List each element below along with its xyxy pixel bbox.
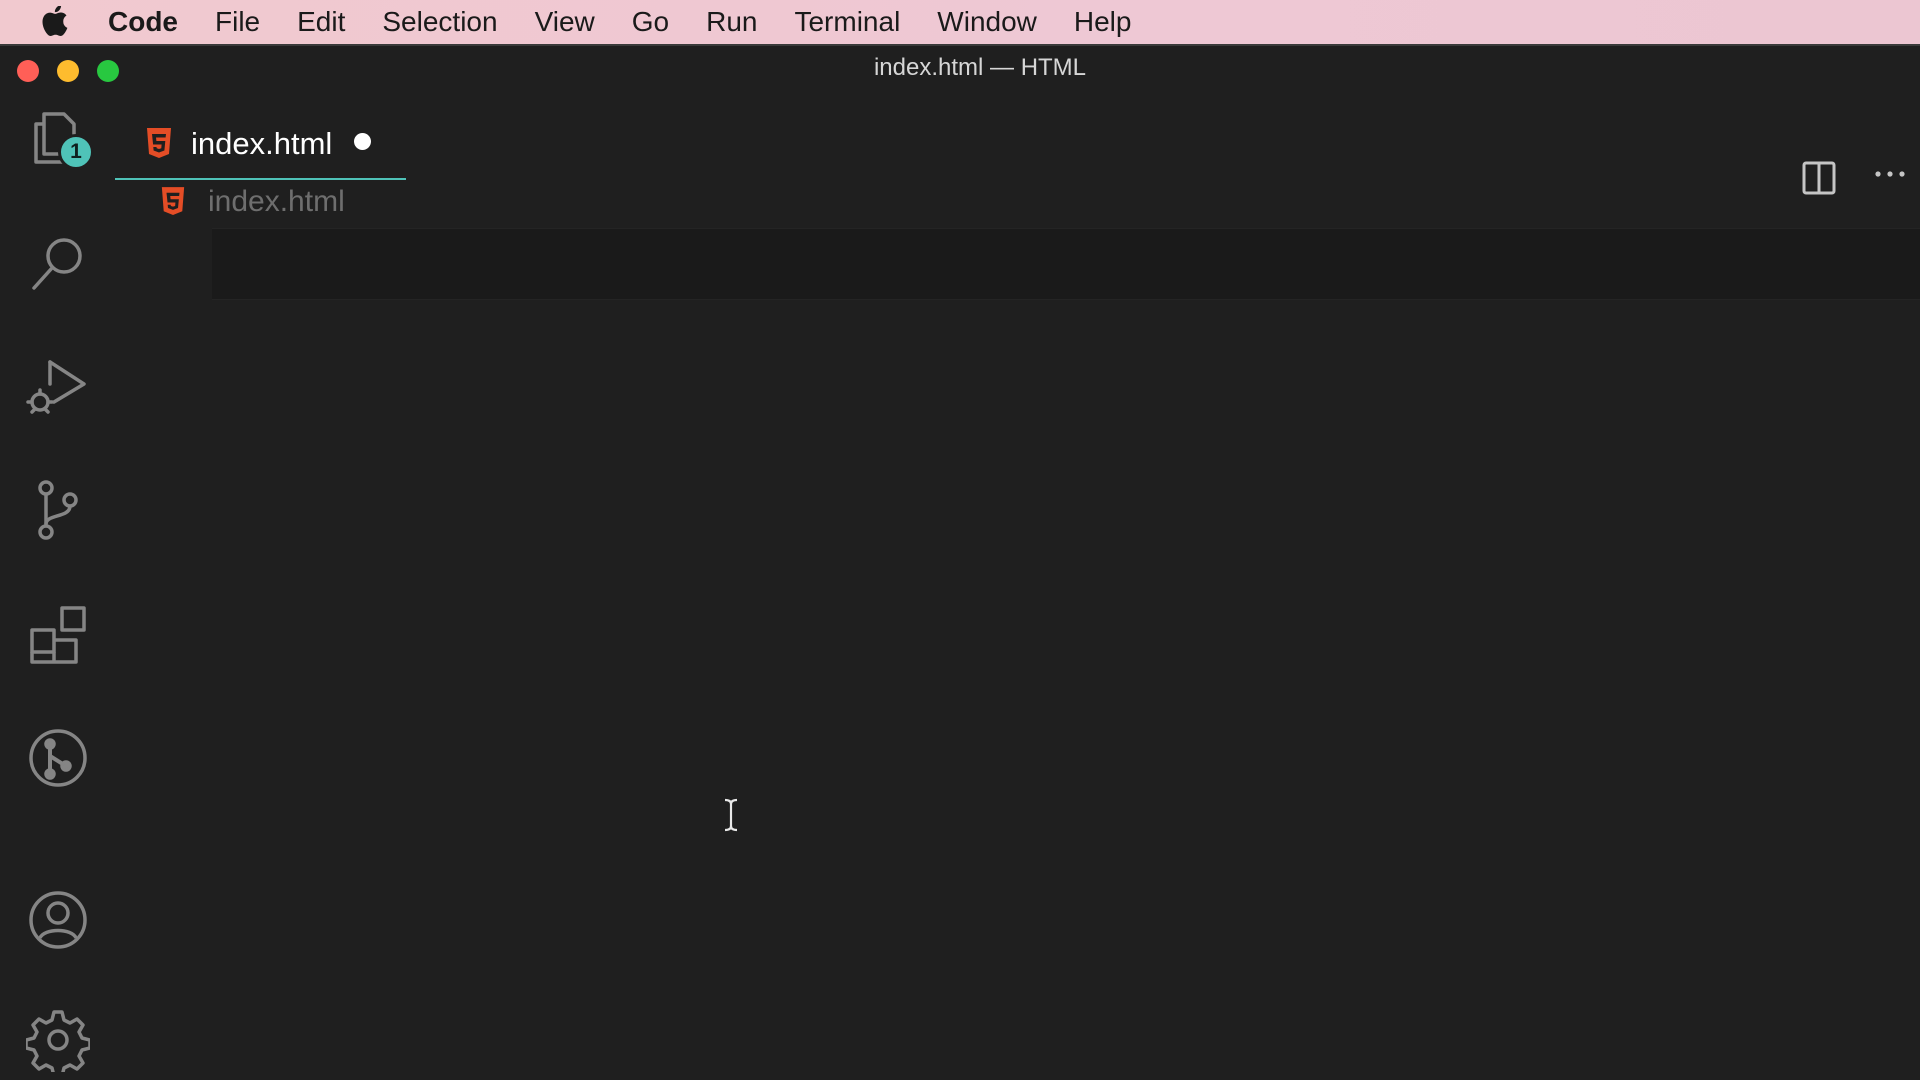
settings-gear-icon [26,1010,90,1072]
manage-settings-button[interactable] [24,1006,92,1074]
window-titlebar: index.html — HTML [0,46,1920,90]
unsaved-dot-icon[interactable] [354,132,372,150]
window-title: index.html — HTML [873,54,1087,81]
text-cursor-icon [724,798,738,832]
source-control-icon [38,480,78,540]
menu-run[interactable]: Run [706,6,757,38]
menu-edit[interactable]: Edit [297,6,345,38]
html5-icon [161,187,185,215]
git-graph-icon [29,729,87,787]
menu-go[interactable]: Go [632,6,669,38]
apple-icon[interactable] [40,6,70,38]
source-control-button[interactable] [24,476,92,544]
editor-current-line[interactable] [212,228,1920,300]
search-button[interactable] [24,228,92,296]
menu-file[interactable]: File [215,6,260,38]
git-graph-button[interactable] [24,724,92,792]
menu-help[interactable]: Help [1074,6,1132,38]
breadcrumb: index.html [160,182,345,222]
breadcrumb-file[interactable]: index.html [208,185,345,219]
run-debug-button[interactable] [24,352,92,420]
tab-index-html[interactable]: index.html [115,110,406,180]
menu-app-code[interactable]: Code [108,6,178,38]
editor-tab-bar: index.html [115,90,1920,222]
menu-terminal[interactable]: Terminal [794,6,900,38]
split-editor-icon[interactable] [1800,158,1840,198]
extensions-button[interactable] [24,600,92,668]
extensions-icon [30,606,86,664]
accounts-button[interactable] [24,886,92,954]
run-debug-icon [26,360,86,414]
vscode-window: index.html — HTML 1 index.html index.htm… [0,44,1920,1080]
html5-icon [147,128,171,158]
explorer-button[interactable]: 1 [24,104,94,172]
menu-window[interactable]: Window [937,6,1037,38]
search-icon [32,238,82,290]
more-actions-icon[interactable] [1870,150,1914,190]
menu-view[interactable]: View [535,6,595,38]
macos-menubar: Code File Edit Selection View Go Run Ter… [0,0,1920,44]
explorer-badge: 1 [58,134,94,170]
menu-selection[interactable]: Selection [382,6,497,38]
tab-label: index.html [191,126,333,161]
account-icon [29,891,87,949]
activity-bar: 1 [0,90,115,1080]
